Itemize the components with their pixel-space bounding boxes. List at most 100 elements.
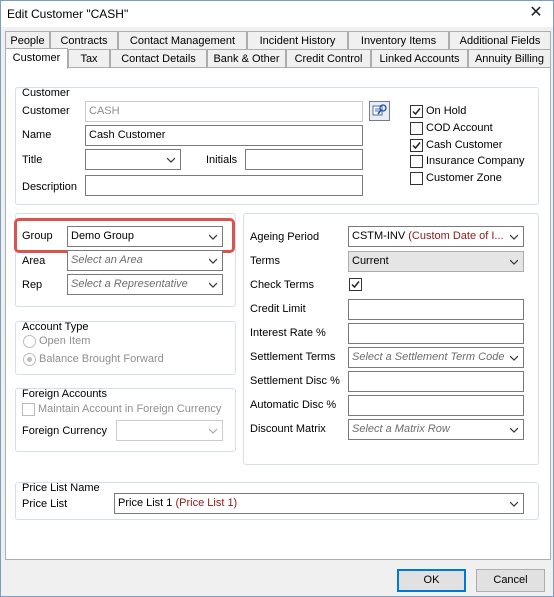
terms-value: Current xyxy=(352,255,389,267)
terms-dropdown[interactable]: Current xyxy=(348,251,524,272)
area-label: Area xyxy=(22,255,46,267)
tab-linked-accounts[interactable]: Linked Accounts xyxy=(371,49,468,68)
customer-code-label: Customer xyxy=(22,105,70,117)
credit-limit-field[interactable] xyxy=(348,299,524,320)
edit-customer-dialog: Edit Customer "CASH" ✕ People Contracts … xyxy=(0,0,554,597)
area-placeholder: Select an Area xyxy=(71,254,143,266)
cash-customer-checkbox[interactable] xyxy=(410,139,423,152)
group-dropdown[interactable]: Demo Group xyxy=(67,226,223,247)
price-list-value: Price List 1 xyxy=(118,497,173,509)
terms-label: Terms xyxy=(250,255,280,267)
rep-placeholder: Select a Representative xyxy=(71,278,188,290)
initials-field[interactable] xyxy=(245,149,363,170)
chevron-down-icon xyxy=(510,355,518,361)
title-label: Title xyxy=(22,154,43,166)
check-terms-label: Check Terms xyxy=(250,279,314,291)
settlement-terms-dropdown[interactable]: Select a Settlement Term Code xyxy=(348,347,524,368)
maintain-foreign-currency-label: Maintain Account in Foreign Currency xyxy=(38,403,222,415)
ageing-period-dropdown[interactable]: CSTM-INV (Custom Date of I... xyxy=(348,226,524,247)
price-list-label: Price List xyxy=(22,498,68,510)
chevron-down-icon xyxy=(209,282,217,288)
balance-brought-forward-radio[interactable] xyxy=(23,353,36,366)
description-label: Description xyxy=(22,181,78,193)
settlement-disc-field[interactable] xyxy=(348,371,524,392)
tab-additional-fields[interactable]: Additional Fields xyxy=(449,31,551,50)
chevron-down-icon xyxy=(167,157,175,163)
group-value: Demo Group xyxy=(71,230,134,242)
chevron-down-icon xyxy=(209,234,217,240)
account-type-group: Account Type xyxy=(15,321,236,375)
customer-zone-label: Customer Zone xyxy=(426,172,502,184)
search-lookup-icon[interactable] xyxy=(369,101,390,121)
customer-group-legend: Customer xyxy=(22,87,70,99)
price-list-legend: Price List Name xyxy=(22,482,100,494)
open-item-radio[interactable] xyxy=(23,335,36,348)
tab-credit-control[interactable]: Credit Control xyxy=(286,49,371,68)
automatic-disc-label: Automatic Disc % xyxy=(250,399,337,411)
ageing-period-desc: (Custom Date of I... xyxy=(408,230,504,242)
ageing-period-label: Ageing Period xyxy=(250,231,320,243)
open-item-label: Open Item xyxy=(39,335,91,347)
automatic-disc-field[interactable] xyxy=(348,395,524,416)
check-icon xyxy=(412,142,421,150)
title-bar: Edit Customer "CASH" ✕ xyxy=(1,1,553,27)
cod-account-checkbox[interactable] xyxy=(410,122,423,135)
title-dropdown[interactable] xyxy=(85,149,181,170)
close-icon[interactable]: ✕ xyxy=(525,3,547,23)
credit-limit-label: Credit Limit xyxy=(250,303,306,315)
chevron-down-icon xyxy=(510,259,518,265)
ageing-period-code: CSTM-INV xyxy=(352,230,406,242)
initials-label: Initials xyxy=(206,154,238,166)
tab-annuity-billing[interactable]: Annuity Billing xyxy=(468,49,551,68)
tab-tax[interactable]: Tax xyxy=(68,49,110,68)
group-label: Group xyxy=(22,230,53,242)
discount-matrix-dropdown[interactable]: Select a Matrix Row xyxy=(348,419,524,440)
price-list-dropdown[interactable]: Price List 1 (Price List 1) xyxy=(114,493,524,514)
chevron-down-icon xyxy=(209,258,217,264)
foreign-accounts-legend: Foreign Accounts xyxy=(22,388,107,400)
window-title: Edit Customer "CASH" xyxy=(7,7,129,21)
balance-brought-forward-label: Balance Brought Forward xyxy=(39,353,164,365)
price-list-desc: (Price List 1) xyxy=(175,497,238,509)
foreign-currency-label: Foreign Currency xyxy=(22,425,107,437)
tab-bank-other[interactable]: Bank & Other xyxy=(207,49,286,68)
insurance-company-checkbox[interactable] xyxy=(410,155,423,168)
interest-rate-field[interactable] xyxy=(348,323,524,344)
name-field[interactable]: Cash Customer xyxy=(85,125,363,146)
customer-zone-checkbox[interactable] xyxy=(410,172,423,185)
interest-rate-label: Interest Rate % xyxy=(250,327,326,339)
name-label: Name xyxy=(22,129,52,141)
on-hold-label: On Hold xyxy=(426,105,467,117)
tab-inventory-items[interactable]: Inventory Items xyxy=(348,31,449,50)
area-dropdown[interactable]: Select an Area xyxy=(67,250,223,271)
cash-customer-label: Cash Customer xyxy=(426,139,503,151)
rep-dropdown[interactable]: Select a Representative xyxy=(67,274,223,295)
tab-contact-management[interactable]: Contact Management xyxy=(118,31,247,50)
tab-contact-details[interactable]: Contact Details xyxy=(110,49,207,68)
tab-incident-history[interactable]: Incident History xyxy=(247,31,348,50)
chevron-down-icon xyxy=(510,427,518,433)
customer-code-field: CASH xyxy=(85,101,363,122)
rep-label: Rep xyxy=(22,279,43,291)
discount-matrix-label: Discount Matrix xyxy=(250,423,326,435)
ok-button[interactable]: OK xyxy=(397,569,466,592)
chevron-down-icon xyxy=(209,428,217,434)
tab-customer[interactable]: Customer xyxy=(5,48,68,69)
on-hold-checkbox[interactable] xyxy=(410,105,423,118)
check-terms-checkbox[interactable] xyxy=(349,278,362,291)
settlement-terms-placeholder: Select a Settlement Term Code xyxy=(352,351,505,363)
cod-account-label: COD Account xyxy=(426,122,493,134)
cancel-button[interactable]: Cancel xyxy=(476,569,545,592)
discount-matrix-placeholder: Select a Matrix Row xyxy=(352,423,450,435)
account-type-legend: Account Type xyxy=(22,321,89,333)
chevron-down-icon xyxy=(510,501,518,507)
settlement-terms-label: Settlement Terms xyxy=(250,351,336,363)
foreign-currency-dropdown[interactable] xyxy=(116,420,223,441)
chevron-down-icon xyxy=(510,234,518,240)
insurance-company-label: Insurance Company xyxy=(426,155,525,167)
check-icon xyxy=(351,281,360,289)
description-field[interactable] xyxy=(85,175,363,196)
settlement-disc-label: Settlement Disc % xyxy=(250,375,340,387)
maintain-foreign-currency-checkbox[interactable] xyxy=(22,403,35,416)
check-icon xyxy=(412,108,421,116)
